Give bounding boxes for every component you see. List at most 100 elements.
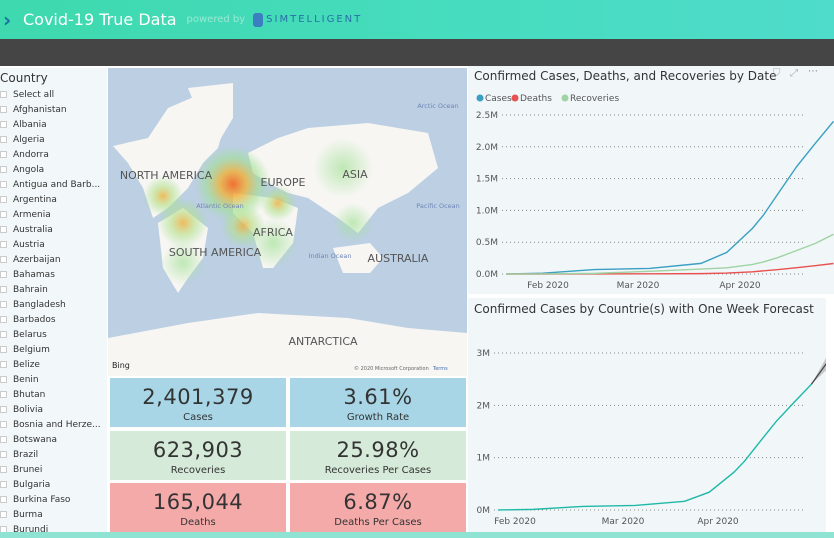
label-africa: AFRICA xyxy=(253,226,293,239)
slicer-item[interactable]: Australia xyxy=(0,222,107,237)
slicer-item[interactable]: Barbados xyxy=(0,312,107,327)
kpi-value: 623,903 xyxy=(152,438,244,462)
slicer-title: Country xyxy=(0,71,48,85)
slicer-item[interactable]: Bhutan xyxy=(0,387,107,402)
legend-label[interactable]: Cases xyxy=(485,94,512,104)
checkbox[interactable] xyxy=(0,316,7,323)
slicer-item[interactable]: Bulgaria xyxy=(0,477,107,492)
series-line-recoveries[interactable] xyxy=(505,233,834,275)
checkbox[interactable] xyxy=(0,466,7,473)
slicer-item-label: Argentina xyxy=(13,194,57,205)
slicer-item[interactable]: Bangladesh xyxy=(0,297,107,312)
app-title: Covid-19 True Data xyxy=(23,10,177,29)
checkbox[interactable] xyxy=(0,421,7,428)
slicer-item[interactable]: Austria xyxy=(0,237,107,252)
checkbox[interactable] xyxy=(0,361,7,368)
series-line-cases[interactable] xyxy=(497,383,812,511)
checkbox[interactable] xyxy=(0,346,7,353)
slicer-item[interactable]: Argentina xyxy=(0,192,107,207)
slicer-item[interactable]: Brazil xyxy=(0,447,107,462)
legend-label[interactable]: Recoveries xyxy=(570,94,619,104)
slicer-item[interactable]: Armenia xyxy=(0,207,107,222)
kpi-value: 25.98% xyxy=(336,438,420,462)
checkbox[interactable] xyxy=(0,136,7,143)
map-copyright: © 2020 Microsoft Corporation xyxy=(354,365,429,372)
slicer-item[interactable]: Benin xyxy=(0,372,107,387)
checkbox[interactable] xyxy=(0,226,7,233)
chart-cases-deaths-recoveries: Confirmed Cases, Deaths, and Recoveries … xyxy=(468,66,834,294)
slicer-item[interactable]: Antigua and Barb... xyxy=(0,177,107,192)
slicer-item[interactable]: Albania xyxy=(0,117,107,132)
slicer-item[interactable]: Brunei xyxy=(0,462,107,477)
slicer-item[interactable]: Select all xyxy=(0,87,107,102)
y-tick-label: 1M xyxy=(477,454,491,464)
slicer-item[interactable]: Bahrain xyxy=(0,282,107,297)
checkbox[interactable] xyxy=(0,181,7,188)
slicer-item[interactable]: Algeria xyxy=(0,132,107,147)
checkbox[interactable] xyxy=(0,451,7,458)
slicer-item[interactable]: Bahamas xyxy=(0,267,107,282)
kpi-card-deaths-per-cases: 6.87% Deaths Per Cases xyxy=(290,483,466,532)
checkbox[interactable] xyxy=(0,91,7,98)
label-antarctica: ANTARCTICA xyxy=(288,335,358,348)
checkbox[interactable] xyxy=(0,151,7,158)
y-tick-label: 2M xyxy=(477,401,491,411)
checkbox[interactable] xyxy=(0,106,7,113)
x-tick-label: Apr 2020 xyxy=(697,517,739,527)
y-tick-label: 1.5M xyxy=(476,175,498,185)
slicer-item[interactable]: Afghanistan xyxy=(0,102,107,117)
map-terms-link[interactable]: Terms xyxy=(432,366,448,372)
checkbox[interactable] xyxy=(0,286,7,293)
checkbox[interactable] xyxy=(0,121,7,128)
checkbox[interactable] xyxy=(0,166,7,173)
checkbox[interactable] xyxy=(0,481,7,488)
checkbox[interactable] xyxy=(0,376,7,383)
y-tick-label: 0.5M xyxy=(476,238,498,248)
slicer-item[interactable]: Bosnia and Herze... xyxy=(0,417,107,432)
slicer-item-label: Botswana xyxy=(13,434,57,445)
slicer-item-label: Bangladesh xyxy=(13,299,66,310)
slicer-item[interactable]: Belgium xyxy=(0,342,107,357)
checkbox[interactable] xyxy=(0,196,7,203)
legend-marker xyxy=(561,94,569,102)
slicer-item[interactable]: Burkina Faso xyxy=(0,492,107,507)
slicer-item-label: Burma xyxy=(13,509,43,520)
checkbox[interactable] xyxy=(0,301,7,308)
checkbox[interactable] xyxy=(0,391,7,398)
slicer-item[interactable]: Andorra xyxy=(0,147,107,162)
slicer-item[interactable]: Burma xyxy=(0,507,107,522)
checkbox[interactable] xyxy=(0,406,7,413)
slicer-item[interactable]: Bolivia xyxy=(0,402,107,417)
slicer-item-label: Albania xyxy=(13,119,47,130)
forecast-line xyxy=(810,362,826,385)
kpi-value: 165,044 xyxy=(152,490,244,514)
checkbox[interactable] xyxy=(0,496,7,503)
checkbox[interactable] xyxy=(0,241,7,248)
x-tick-label: Feb 2020 xyxy=(494,517,536,527)
label-asia: ASIA xyxy=(342,168,368,181)
slicer-item[interactable]: Angola xyxy=(0,162,107,177)
checkbox[interactable] xyxy=(0,271,7,278)
slicer-item[interactable]: Belarus xyxy=(0,327,107,342)
expand-chevron-icon[interactable]: › xyxy=(3,8,19,32)
kpi-label: Deaths Per Cases xyxy=(334,517,422,528)
heat-map[interactable]: NORTH AMERICA EUROPE AFRICA SOUTH AMERIC… xyxy=(108,68,467,376)
y-tick-label: 3M xyxy=(477,349,491,359)
checkbox[interactable] xyxy=(0,256,7,263)
checkbox[interactable] xyxy=(0,511,7,518)
checkbox[interactable] xyxy=(0,211,7,218)
slicer-item[interactable]: Azerbaijan xyxy=(0,252,107,267)
slicer-item[interactable]: Burundi xyxy=(0,522,107,532)
country-slicer: Country Select all Afghanistan Albania Alge… xyxy=(0,68,107,532)
footer-strip xyxy=(0,532,834,538)
kpi-value: 2,401,379 xyxy=(142,385,254,409)
kpi-value: 3.61% xyxy=(343,385,413,409)
checkbox[interactable] xyxy=(0,436,7,443)
slicer-item[interactable]: Botswana xyxy=(0,432,107,447)
kpi-label: Growth Rate xyxy=(346,412,410,423)
legend-label[interactable]: Deaths xyxy=(520,94,552,104)
checkbox[interactable] xyxy=(0,331,7,338)
x-tick-label: Mar 2020 xyxy=(617,281,660,291)
slicer-item[interactable]: Belize xyxy=(0,357,107,372)
series-line-cases[interactable] xyxy=(505,120,834,275)
